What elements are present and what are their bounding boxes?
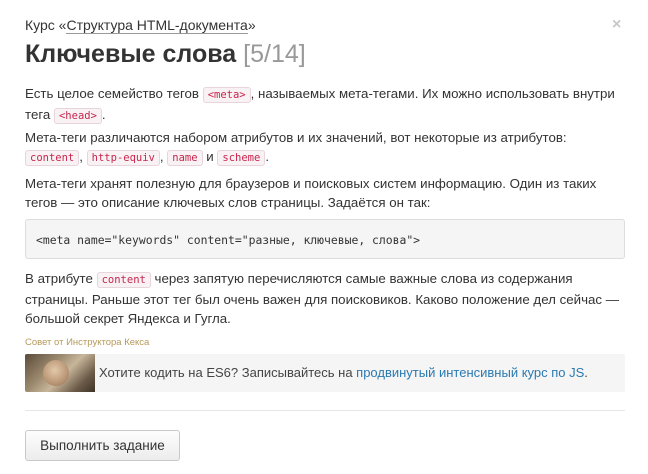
code-content: content [96, 272, 151, 288]
text: В атрибуте [25, 271, 97, 286]
code-head: <head> [53, 108, 102, 124]
text: , [79, 149, 87, 164]
text: . [101, 107, 106, 122]
tip-text: Хотите кодить на ES6? Записывайтесь на п… [99, 354, 588, 392]
tip-banner: Хотите кодить на ES6? Записывайтесь на п… [25, 354, 625, 392]
code-content: content [25, 150, 80, 166]
text: . [584, 365, 588, 380]
code-meta: <meta> [202, 87, 251, 103]
close-icon[interactable]: × [612, 16, 621, 34]
course-prefix: Курс « [25, 17, 67, 33]
paragraph-meta-family: Есть целое семейство тегов <meta>, назыв… [25, 84, 625, 126]
text: и [202, 149, 218, 164]
code-scheme: scheme [217, 150, 266, 166]
text: Мета-теги различаются набором атрибутов … [25, 130, 567, 145]
code-block: <meta name="keywords" content="разные, к… [25, 219, 625, 259]
divider [25, 410, 625, 411]
course-link[interactable]: Структура HTML-документа [66, 17, 248, 34]
course-suffix: » [247, 17, 256, 33]
tip-label: Совет от Инструктора Кекса [25, 337, 150, 348]
instructor-avatar [25, 354, 95, 392]
lesson-title: Ключевые слова [25, 40, 237, 68]
lesson-progress: [5/14] [243, 40, 306, 68]
course-breadcrumb: Курс «Структура HTML-документа» [25, 17, 256, 34]
paragraph-attributes: Мета-теги различаются набором атрибутов … [25, 128, 625, 168]
paragraph-content-attr: В атрибуте content через запятую перечис… [25, 269, 625, 328]
code-http-equiv: http-equiv [86, 150, 160, 166]
tip-course-link[interactable]: продвинутый интенсивный курс по JS [356, 365, 584, 380]
code-name: name [167, 150, 203, 166]
text: Есть целое семейство тегов [25, 86, 203, 101]
run-task-button[interactable]: Выполнить задание [25, 430, 180, 461]
page-title: Ключевые слова [5/14] [25, 40, 306, 69]
text: . [265, 149, 270, 164]
paragraph-keywords-intro: Мета-теги хранят полезную для браузеров … [25, 176, 597, 210]
text: Хотите кодить на ES6? Записывайтесь на [99, 365, 357, 380]
